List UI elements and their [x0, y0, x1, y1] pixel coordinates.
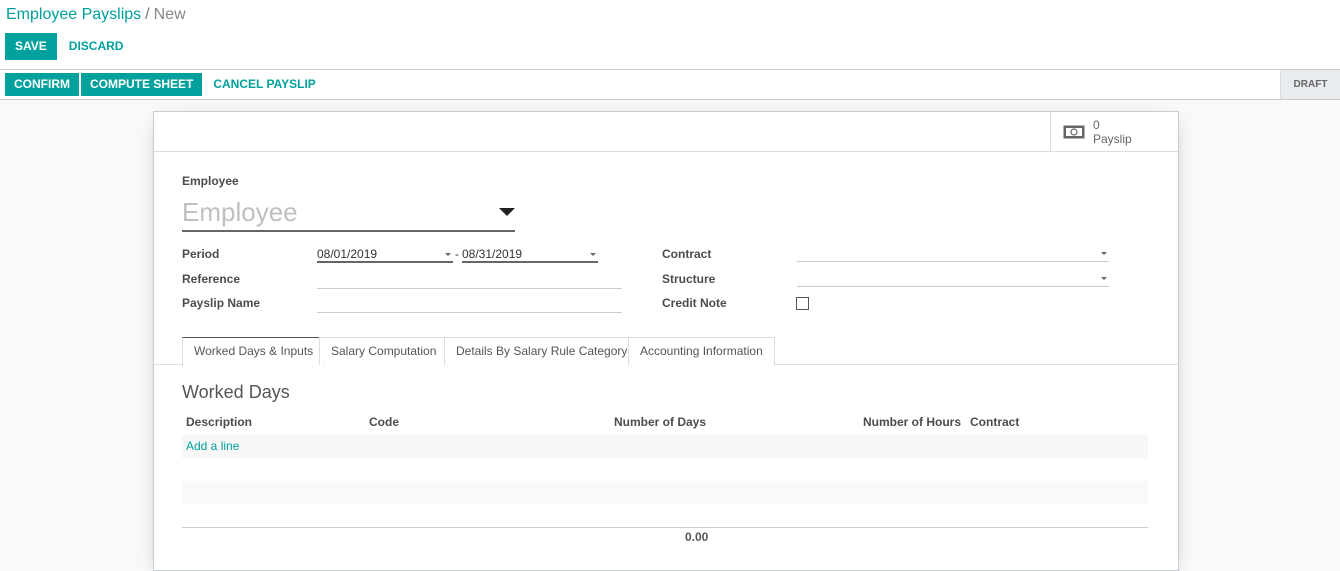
period-from-field[interactable]: 08/01/2019	[317, 245, 453, 263]
tab-details-by-salary-rule-category[interactable]: Details By Salary Rule Category	[444, 337, 640, 365]
notebook-tabs: Worked Days & Inputs Salary Computation …	[154, 337, 1178, 366]
money-icon	[1063, 125, 1085, 139]
reference-input[interactable]	[317, 271, 622, 289]
payslip-name-label: Payslip Name	[182, 296, 261, 310]
button-box: 0 Payslip	[154, 112, 1178, 152]
breadcrumb-current: New	[153, 6, 186, 23]
employee-field[interactable]: Employee	[182, 194, 515, 232]
payslip-count-label: Payslip	[1093, 132, 1132, 146]
status-draft[interactable]: DRAFT	[1280, 70, 1340, 99]
form-sheet: 0 Payslip Employee Employee Period 08/01…	[153, 111, 1179, 571]
breadcrumb-separator: /	[145, 6, 150, 23]
tab-salary-computation[interactable]: Salary Computation	[319, 337, 449, 365]
dropdown-caret-icon[interactable]	[499, 208, 515, 216]
period-separator: -	[455, 247, 459, 261]
cancel-payslip-button[interactable]: CANCEL PAYSLIP	[204, 73, 324, 96]
tab-worked-days-inputs[interactable]: Worked Days & Inputs	[182, 337, 326, 366]
period-from-value: 08/01/2019	[317, 247, 378, 261]
add-a-line-link[interactable]: Add a line	[186, 439, 239, 453]
period-label: Period	[182, 247, 220, 261]
period-to-field[interactable]: 08/31/2019	[462, 245, 598, 263]
column-header-number-of-hours[interactable]: Number of Hours	[863, 415, 961, 429]
employee-placeholder: Employee	[182, 196, 298, 227]
column-header-number-of-days[interactable]: Number of Days	[614, 415, 706, 429]
period-to-value: 08/31/2019	[462, 247, 523, 261]
form-buttons: SAVE DISCARD	[5, 33, 135, 60]
payslip-count: 0	[1093, 118, 1100, 132]
confirm-button[interactable]: CONFIRM	[5, 73, 79, 96]
breadcrumb-parent-link[interactable]: Employee Payslips	[6, 6, 141, 23]
total-number-of-days: 0.00	[685, 530, 709, 544]
worked-days-title: Worked Days	[182, 382, 290, 402]
contract-label: Contract	[662, 247, 712, 261]
stat-text: 0 Payslip	[1093, 118, 1132, 146]
employee-label: Employee	[182, 174, 239, 188]
control-panel: Employee Payslips / New SAVE DISCARD	[0, 0, 1340, 70]
compute-sheet-button[interactable]: COMPUTE SHEET	[81, 73, 203, 96]
structure-label: Structure	[662, 272, 716, 286]
dropdown-caret-icon	[1101, 277, 1107, 280]
contract-select[interactable]	[797, 244, 1109, 262]
reference-label: Reference	[182, 272, 241, 286]
discard-button[interactable]: DISCARD	[57, 33, 136, 60]
statusbar: CONFIRM COMPUTE SHEET CANCEL PAYSLIP DRA…	[0, 70, 1340, 100]
payslip-name-input[interactable]	[317, 295, 622, 313]
table-row	[182, 481, 1148, 504]
breadcrumb: Employee Payslips / New	[6, 6, 186, 24]
payslip-count-button[interactable]: 0 Payslip	[1050, 112, 1178, 152]
table-footer-divider	[182, 527, 1148, 528]
dropdown-caret-icon	[1101, 252, 1107, 255]
credit-note-checkbox[interactable]	[796, 297, 809, 310]
date-caret-icon	[445, 253, 451, 256]
save-button[interactable]: SAVE	[5, 33, 57, 60]
credit-note-label: Credit Note	[662, 296, 727, 310]
date-caret-icon	[590, 253, 596, 256]
structure-select[interactable]	[797, 269, 1109, 287]
column-header-description[interactable]: Description	[186, 415, 252, 429]
column-header-contract[interactable]: Contract	[970, 415, 1019, 429]
column-header-code[interactable]: Code	[369, 415, 399, 429]
tab-accounting-information[interactable]: Accounting Information	[628, 337, 775, 365]
table-row	[182, 435, 1148, 458]
